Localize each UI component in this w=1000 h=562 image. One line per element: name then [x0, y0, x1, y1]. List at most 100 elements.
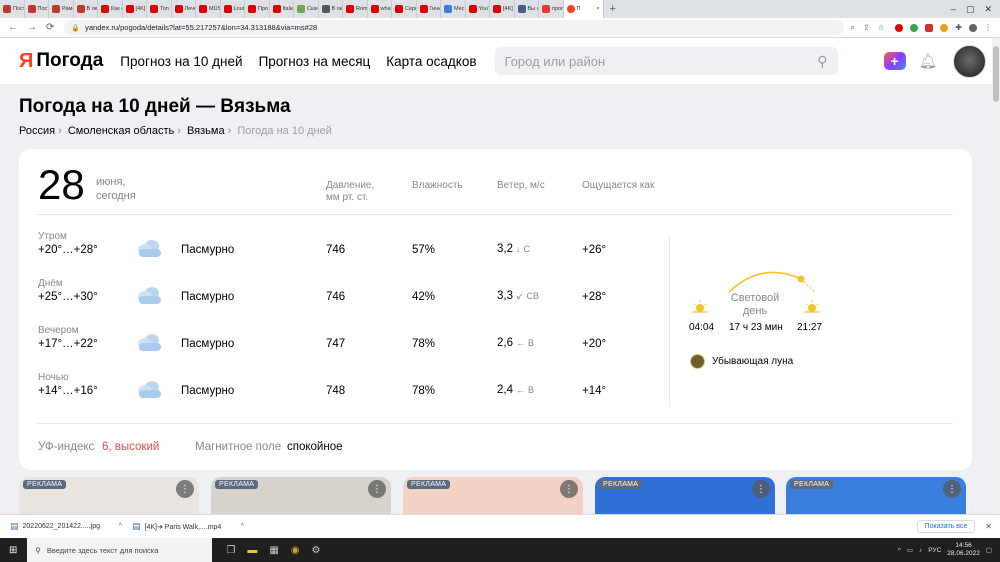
tab-favicon-icon — [150, 5, 158, 13]
ad-card[interactable]: РЕКЛАМА ⋮ — [595, 477, 775, 514]
tab-favicon-icon — [321, 5, 330, 13]
browser-tab[interactable]: Гини — [417, 0, 441, 18]
browser-tab-active[interactable]: П × — [563, 0, 604, 18]
explorer-icon[interactable]: ▬ — [247, 545, 257, 556]
clock[interactable]: 14:56 28.06.2022 — [947, 542, 980, 558]
puzzle-icon[interactable]: ✚ — [955, 23, 962, 32]
feels-like-header: Ощущается как — [582, 180, 655, 191]
zoom-icon[interactable]: ⌕ — [850, 23, 854, 33]
browser-tab[interactable]: Louri — [221, 0, 245, 18]
browser-tab[interactable]: Rom — [343, 0, 368, 18]
browser-tab[interactable]: Мес — [441, 0, 466, 18]
browser-tab[interactable]: Рамс — [49, 0, 74, 18]
show-all-downloads-button[interactable]: Показать все — [916, 520, 976, 533]
back-icon[interactable]: ← — [8, 22, 18, 33]
nav-10-days[interactable]: Прогноз на 10 дней — [120, 54, 242, 69]
task-view-icon[interactable]: ❐ — [226, 545, 235, 556]
ad-card[interactable]: РЕКЛАМА ⋮ — [403, 477, 583, 514]
browser-tab[interactable]: [4K] — [490, 0, 515, 18]
volume-icon[interactable]: ♪ — [919, 547, 922, 554]
browser-tab[interactable]: Как с — [98, 0, 123, 18]
more-options-icon[interactable]: ⋮ — [368, 480, 386, 498]
opera-extension-icon[interactable] — [895, 23, 904, 32]
pressure-header-unit: мм рт. ст. — [326, 192, 369, 203]
window-controls: – ▢ ✕ — [951, 4, 1000, 15]
close-icon[interactable]: ✕ — [985, 522, 992, 531]
bookmark-star-icon[interactable]: ☆ — [878, 23, 885, 33]
search-icon[interactable]: ⚲ — [817, 53, 827, 70]
new-tab-button[interactable]: + — [604, 3, 622, 15]
condition-text: Пасмурно — [181, 385, 235, 397]
forecast-row: Ночью +14°…+16° Пасмурно 748 78% 2,4 ← В +14° — [19, 372, 659, 412]
profile-icon[interactable] — [969, 23, 977, 32]
page-scrollbar[interactable] — [992, 38, 1000, 514]
taskbar-search[interactable]: ⚲ Введите здесь текст для поиска — [27, 538, 213, 562]
scrollbar-thumb[interactable] — [993, 46, 999, 102]
more-options-icon[interactable]: ⋮ — [176, 480, 194, 498]
day-forecast-card: 28 июня, сегодня Давление, мм рт. ст. Вл… — [19, 149, 972, 470]
browser-tab[interactable]: Ton — [147, 0, 172, 18]
store-icon[interactable]: ▦ — [269, 545, 278, 556]
app-icon[interactable]: ⚙ — [312, 545, 321, 556]
tray-chevron-icon[interactable]: ^ — [898, 547, 901, 554]
browser-tab[interactable]: Сери — [392, 0, 417, 18]
breadcrumb-vyazma[interactable]: Вязьма — [187, 125, 225, 137]
ad-card[interactable]: РЕКЛАМА ⋮ — [211, 477, 391, 514]
lock-icon[interactable]: 🔒 — [71, 24, 80, 32]
tab-label: Гини — [429, 6, 441, 12]
browser-tab[interactable]: MÜS — [196, 0, 221, 18]
ad-card[interactable]: РЕКЛАМА ⋮ — [786, 477, 966, 514]
share-icon[interactable]: ⇪ — [863, 23, 870, 33]
download-item-mp4[interactable]: ▤ [4K]➔ Paris Walk,....mp4 ^ — [132, 521, 244, 532]
tab-label: Ton — [160, 6, 169, 12]
maximize-icon[interactable]: ▢ — [966, 4, 975, 15]
browser-tab[interactable]: what — [368, 0, 392, 18]
language-indicator[interactable]: РУС — [928, 547, 941, 554]
browser-address-bar: ← → ⟳ 🔒 yandex.ru/pogoda/details?lat=55.… — [0, 18, 1000, 38]
browser-tab[interactable]: Пост — [25, 0, 49, 18]
breadcrumb-smolensk-region[interactable]: Смоленская область — [68, 125, 174, 137]
notifications-icon[interactable]: ▢ — [986, 546, 992, 554]
forward-icon[interactable]: → — [27, 22, 37, 33]
chevron-up-icon[interactable]: ^ — [119, 523, 122, 530]
yandex-weather-logo[interactable]: Я Погода — [19, 50, 103, 73]
tab-close-icon[interactable]: × — [596, 6, 599, 12]
browser-tab[interactable]: прог — [539, 0, 564, 18]
url-text: yandex.ru/pogoda/details?lat=55.217257&l… — [85, 23, 318, 32]
window-close-icon[interactable]: ✕ — [984, 4, 992, 15]
nav-month[interactable]: Прогноз на месяц — [259, 54, 371, 69]
chrome-icon[interactable]: ◉ — [291, 545, 300, 556]
yandex-plus-icon[interactable]: + — [883, 52, 906, 70]
nav-precipitation-map[interactable]: Карта осадков — [386, 54, 476, 69]
reload-icon[interactable]: ⟳ — [46, 22, 54, 33]
download-item-jpg[interactable]: ▤ 20220622_201422.....jpg ^ — [10, 521, 122, 532]
minimize-icon[interactable]: – — [951, 4, 956, 15]
menu-kebab-icon[interactable]: ⋮ — [984, 23, 992, 32]
url-field[interactable]: 🔒 yandex.ru/pogoda/details?lat=55.217257… — [64, 20, 845, 35]
chevron-up-icon[interactable]: ^ — [241, 523, 244, 530]
avatar[interactable] — [952, 44, 986, 78]
browser-tab[interactable]: Пост — [0, 0, 25, 18]
browser-tab[interactable]: Вы н — [515, 0, 539, 18]
city-search-input[interactable] — [504, 53, 818, 69]
more-options-icon[interactable]: ⋮ — [943, 480, 961, 498]
more-options-icon[interactable]: ⋮ — [752, 480, 770, 498]
more-options-icon[interactable]: ⋮ — [560, 480, 578, 498]
browser-tab[interactable]: Про — [245, 0, 270, 18]
bell-icon[interactable]: 🔔︎ — [919, 52, 938, 70]
browser-tab[interactable]: В ок — [74, 0, 98, 18]
breadcrumb-russia[interactable]: Россия — [19, 125, 55, 137]
tab-label: Как с — [111, 6, 122, 12]
red-extension-icon[interactable] — [925, 23, 934, 32]
browser-tab[interactable]: Italia — [270, 0, 294, 18]
browser-tab[interactable]: В ок — [319, 0, 343, 18]
browser-tab[interactable]: YouT — [466, 0, 490, 18]
windows-start-icon[interactable]: ⊞ — [9, 545, 17, 556]
green-extension-icon[interactable] — [910, 23, 919, 32]
network-icon[interactable]: ▭ — [907, 546, 913, 554]
orange-extension-icon[interactable] — [940, 23, 949, 32]
browser-tab[interactable]: [4K] — [123, 0, 147, 18]
browser-tab[interactable]: Скач — [294, 0, 319, 18]
browser-tab[interactable]: Лечс — [172, 0, 196, 18]
ad-card[interactable]: РЕКЛАМА ⋮ — [19, 477, 199, 514]
